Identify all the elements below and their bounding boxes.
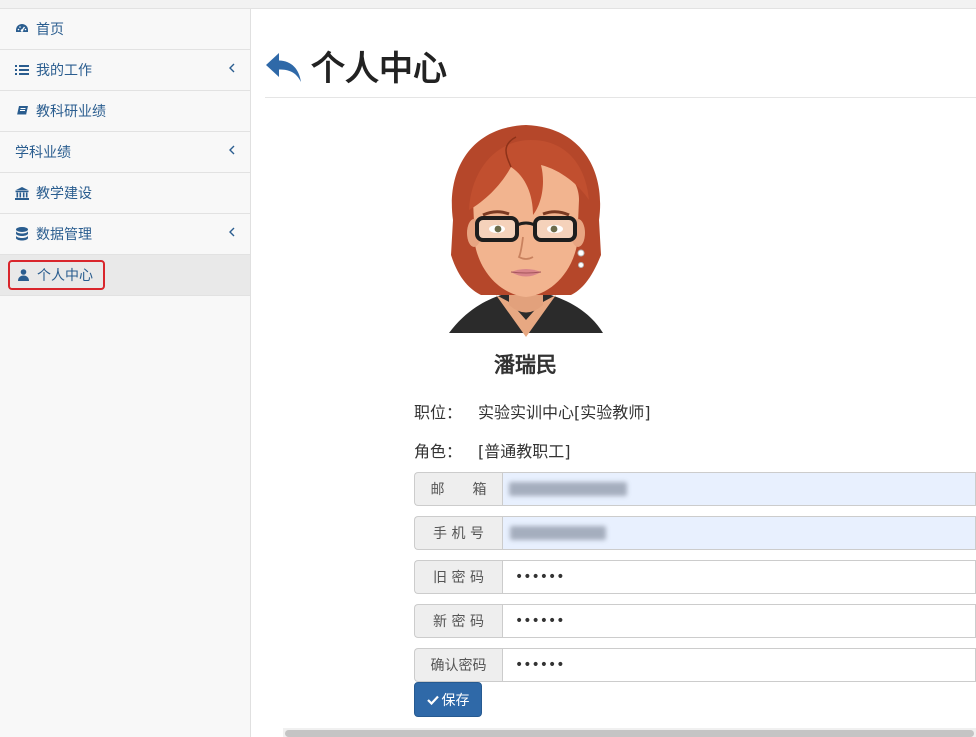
confirm-password-field[interactable] [502, 648, 976, 682]
position-value: 实验实训中心[实验教师] [478, 403, 651, 422]
sidebar: 首页 我的工作 教科研业绩 学科业绩 教学建设 数据管理 个人中心 [0, 9, 251, 737]
chevron-left-icon [229, 227, 235, 237]
sidebar-item-label: 学科业绩 [15, 145, 71, 161]
page-title: 个人中心 [311, 49, 447, 89]
role-line: 角色： [普通教职工] [414, 438, 571, 462]
chevron-left-icon [229, 63, 235, 73]
main-content: 个人中心 潘瑞民 职位： 实验实训中心[实验教师] 角色： [普通教职工] 邮 … [251, 9, 976, 737]
position-label: 职位： [414, 403, 463, 422]
sidebar-item-label: 个人中心 [37, 268, 93, 284]
role-label: 角色： [414, 442, 463, 461]
old-password-row: 旧 密 码 [414, 560, 976, 594]
old-password-field[interactable] [502, 560, 976, 594]
phone-label: 手 机 号 [414, 516, 502, 550]
book-icon [15, 104, 29, 118]
save-button[interactable]: 保存 [414, 682, 482, 717]
scrollbar-thumb[interactable] [285, 730, 974, 737]
role-value: [普通教职工] [478, 442, 571, 461]
page-header: 个人中心 [265, 47, 976, 98]
reply-arrow-icon[interactable] [265, 51, 303, 87]
active-highlight: 个人中心 [8, 260, 105, 290]
sidebar-item-label: 数据管理 [36, 227, 92, 243]
email-label: 邮 箱 [414, 472, 502, 506]
sidebar-item-label: 首页 [36, 22, 64, 38]
database-icon [15, 227, 29, 241]
sidebar-item-home[interactable]: 首页 [0, 9, 250, 50]
new-password-row: 新 密 码 [414, 604, 976, 638]
sidebar-item-label: 教科研业绩 [36, 104, 106, 120]
top-strip [0, 0, 976, 9]
sidebar-item-label: 我的工作 [36, 63, 92, 79]
confirm-password-label: 确认密码 [414, 648, 502, 682]
email-row: 邮 箱 [414, 472, 976, 506]
sidebar-item-my-work[interactable]: 我的工作 [0, 50, 250, 91]
redacted-phone [510, 526, 606, 540]
check-icon [426, 695, 439, 705]
sidebar-item-teaching[interactable]: 教学建设 [0, 173, 250, 214]
horizontal-scrollbar[interactable] [283, 728, 976, 737]
sidebar-item-profile[interactable]: 个人中心 [0, 255, 250, 296]
sidebar-item-research[interactable]: 教科研业绩 [0, 91, 250, 132]
phone-row: 手 机 号 [414, 516, 976, 550]
dashboard-icon [15, 22, 29, 36]
user-icon [16, 268, 30, 282]
user-name: 潘瑞民 [494, 353, 557, 377]
new-password-field[interactable] [502, 604, 976, 638]
sidebar-item-label: 教学建设 [36, 186, 92, 202]
bank-icon [15, 186, 29, 200]
list-icon [15, 63, 29, 77]
sidebar-item-data[interactable]: 数据管理 [0, 214, 250, 255]
save-button-label: 保存 [441, 692, 470, 709]
new-password-label: 新 密 码 [414, 604, 502, 638]
confirm-password-row: 确认密码 [414, 648, 976, 682]
old-password-label: 旧 密 码 [414, 560, 502, 594]
chevron-left-icon [229, 145, 235, 155]
sidebar-item-discipline[interactable]: 学科业绩 [0, 132, 250, 173]
position-line: 职位： 实验实训中心[实验教师] [414, 399, 651, 423]
redacted-email [509, 482, 627, 496]
avatar [449, 125, 603, 337]
